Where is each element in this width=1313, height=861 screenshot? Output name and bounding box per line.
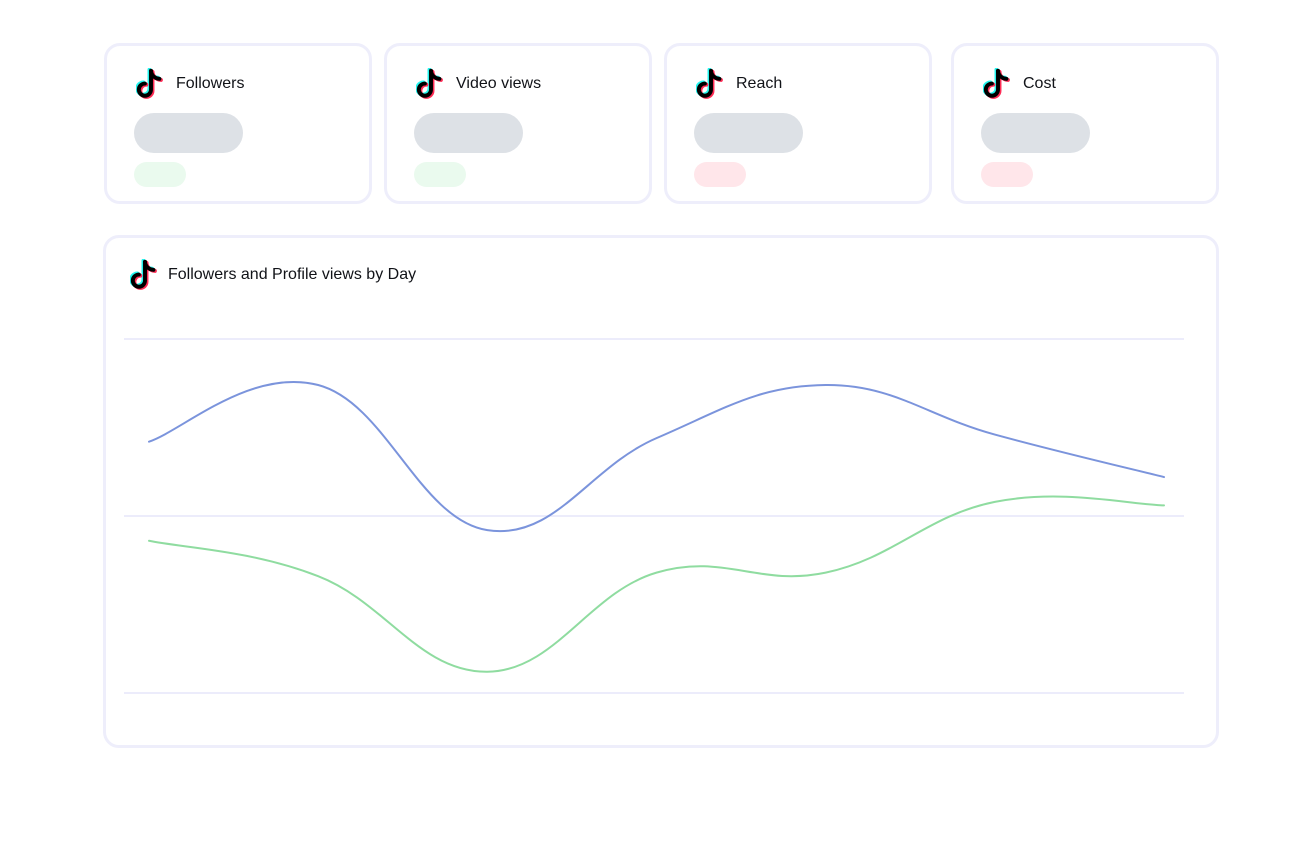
kpi-title: Followers — [176, 75, 245, 92]
kpi-card-video-views: Video views — [384, 43, 652, 204]
kpi-header: Video views — [416, 68, 541, 100]
chart-card: Followers and Profile views by Day — [103, 235, 1219, 748]
kpi-title: Cost — [1023, 75, 1056, 92]
tiktok-icon — [136, 68, 166, 100]
series-line-0 — [148, 380, 1165, 533]
kpi-delta-placeholder — [694, 162, 746, 187]
tiktok-icon — [696, 68, 726, 100]
kpi-card-cost: Cost — [951, 43, 1219, 204]
kpi-header: Cost — [983, 68, 1056, 100]
tiktok-icon — [983, 68, 1013, 100]
kpi-header: Followers — [136, 68, 244, 100]
kpi-value-placeholder — [694, 113, 803, 153]
kpi-value-placeholder — [134, 113, 243, 153]
chart-header: Followers and Profile views by Day — [130, 259, 416, 291]
kpi-delta-placeholder — [134, 162, 186, 187]
kpi-title: Video views — [456, 75, 542, 92]
line-chart — [124, 338, 1184, 694]
kpi-value-placeholder — [414, 113, 523, 153]
chart-title: Followers and Profile views by Day — [168, 266, 417, 283]
tiktok-icon — [130, 259, 160, 291]
kpi-title: Reach — [736, 75, 783, 92]
kpi-delta-placeholder — [414, 162, 466, 187]
tiktok-icon — [416, 68, 446, 100]
kpi-value-placeholder — [981, 113, 1090, 153]
kpi-delta-placeholder — [981, 162, 1033, 187]
kpi-card-reach: Reach — [664, 43, 932, 204]
series-line-1 — [148, 495, 1165, 673]
kpi-card-followers: Followers — [104, 43, 372, 204]
kpi-header: Reach — [696, 68, 782, 100]
